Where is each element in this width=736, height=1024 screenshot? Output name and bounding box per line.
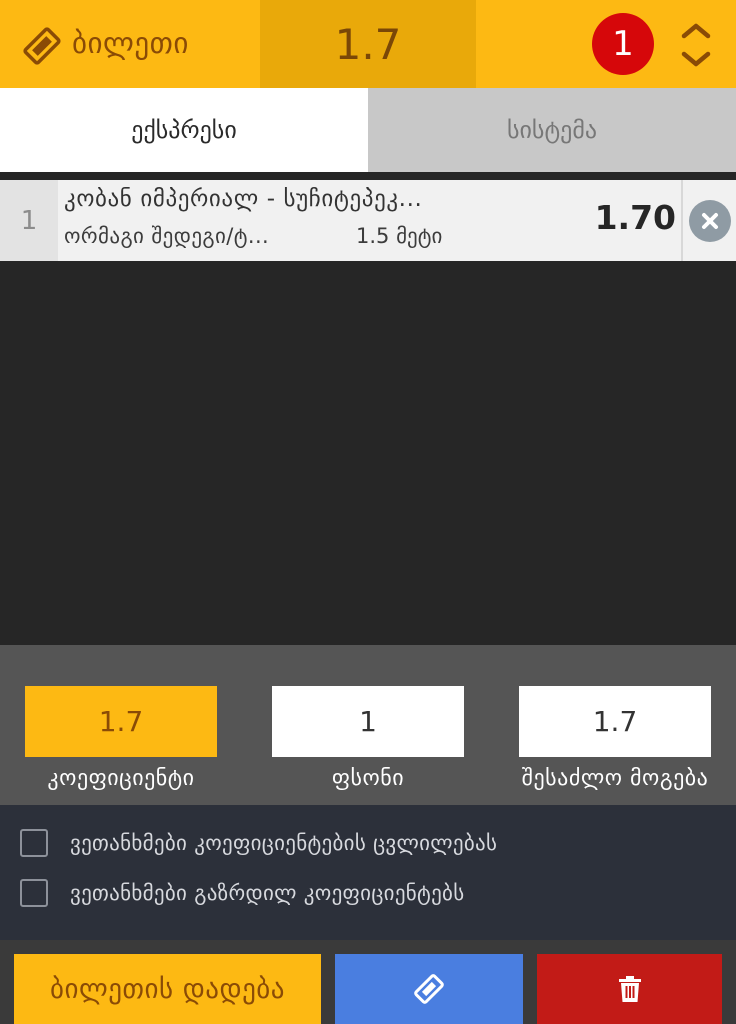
delete-all-button[interactable] [537, 954, 722, 1024]
tab-express[interactable]: ექსპრესი [0, 88, 368, 172]
bet-slip-header: ბილეთი 1.7 1 [0, 0, 736, 88]
possible-win-value: 1.7 [519, 686, 711, 757]
coefficient-label: კოეფიციენტი [47, 766, 195, 791]
bet-odd: 1.70 [594, 198, 676, 237]
ticket-title[interactable]: ბილეთი [0, 0, 260, 88]
checkbox[interactable] [20, 829, 48, 857]
bet-selection: 1.5 მეტი [356, 224, 443, 248]
bet-market: ორმაგი შედეგი/ტ... [64, 224, 270, 248]
ticket-icon [23, 27, 61, 65]
ticket-label: ბილეთი [72, 26, 189, 60]
total-odds-value: 1.7 [334, 19, 402, 69]
bet-match: კობან იმპერიალ - სუჩიტეპეკ... [64, 186, 423, 212]
bet-item: 1 კობან იმპერიალ - სუჩიტეპეკ... ორმაგი შ… [0, 180, 736, 261]
action-bar: ბილეთის დადება [0, 940, 736, 1024]
tab-system[interactable]: სისტემა [368, 88, 736, 172]
checkbox[interactable] [20, 879, 48, 907]
bet-count-badge: 1 [592, 13, 654, 75]
stake-label: ფსონი [331, 766, 405, 791]
bet-type-tabs: ექსპრესი სისტემა [0, 88, 736, 172]
option-label: ვეთანხმები გაზრდილ კოეფიციენტებს [70, 881, 465, 905]
close-icon [702, 213, 718, 229]
place-bet-button[interactable]: ბილეთის დადება [14, 954, 321, 1024]
bet-index: 1 [0, 180, 58, 261]
ticket-icon [414, 974, 444, 1004]
save-ticket-button[interactable] [335, 954, 523, 1024]
option-accept-increased-odds[interactable]: ვეთანხმები გაზრდილ კოეფიციენტებს [20, 878, 465, 908]
chevron-up-down-icon[interactable] [676, 18, 716, 72]
total-odds: 1.7 [260, 0, 476, 88]
divider [681, 180, 683, 261]
possible-win-label: შესაძლო მოგება [521, 766, 709, 791]
remove-bet-button[interactable] [689, 200, 731, 242]
trash-icon [618, 976, 641, 1002]
bet-options: ვეთანხმები კოეფიციენტების ცვლილებას ვეთა… [0, 805, 736, 940]
stake-input[interactable]: 1 [272, 686, 464, 757]
coefficient-value: 1.7 [25, 686, 217, 757]
option-accept-odds-change[interactable]: ვეთანხმები კოეფიციენტების ცვლილებას [20, 828, 497, 858]
bet-summary: 1.7 1 1.7 კოეფიციენტი ფსონი შესაძლო მოგე… [0, 645, 736, 805]
option-label: ვეთანხმები კოეფიციენტების ცვლილებას [70, 831, 498, 855]
